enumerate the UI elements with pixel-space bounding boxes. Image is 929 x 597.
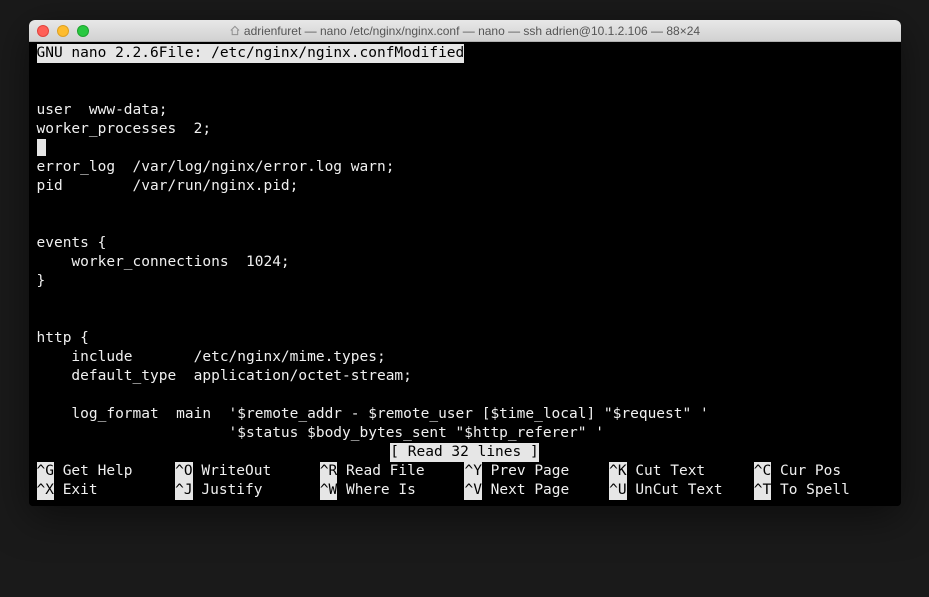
key-prev-page[interactable]: ^Y [464, 462, 481, 481]
label-justify: Justify [193, 482, 263, 498]
key-get-help[interactable]: ^G [37, 462, 54, 481]
content-line [31, 215, 899, 234]
terminal-window: adrienfuret — nano /etc/nginx/nginx.conf… [29, 20, 901, 506]
key-uncut-text[interactable]: ^U [609, 481, 626, 500]
label-to-spell: To Spell [771, 482, 850, 498]
nano-modified-status: Modified [394, 44, 464, 63]
minimize-icon[interactable] [57, 25, 69, 37]
content-line [31, 386, 899, 405]
label-read-file: Read File [337, 463, 424, 479]
content-line [31, 196, 899, 215]
key-to-spell[interactable]: ^T [754, 481, 771, 500]
nano-command-row: ^G Get Help ^O WriteOut ^R Read File ^Y … [31, 462, 899, 481]
label-where-is: Where Is [337, 482, 416, 498]
label-cur-pos: Cur Pos [771, 463, 841, 479]
label-get-help: Get Help [54, 463, 133, 479]
label-uncut-text: UnCut Text [627, 482, 723, 498]
label-writeout: WriteOut [193, 463, 272, 479]
content-line: worker_connections 1024; [31, 253, 899, 272]
key-cut-text[interactable]: ^K [609, 462, 626, 481]
home-icon [229, 25, 240, 36]
label-cut-text: Cut Text [627, 463, 706, 479]
nano-status-text: [ Read 32 lines ] [390, 443, 538, 462]
nano-version: GNU nano 2.2.6 [37, 44, 159, 63]
terminal-body[interactable]: GNU nano 2.2.6 File: /etc/nginx/nginx.co… [29, 42, 901, 506]
content-line: events { [31, 234, 899, 253]
content-line [31, 82, 899, 101]
cursor-icon [37, 139, 46, 156]
key-next-page[interactable]: ^V [464, 481, 481, 500]
content-line [31, 63, 899, 82]
content-line: default_type application/octet-stream; [31, 367, 899, 386]
nano-filename: File: /etc/nginx/nginx.conf [159, 44, 395, 63]
key-read-file[interactable]: ^R [320, 462, 337, 481]
nano-commands: ^G Get Help ^O WriteOut ^R Read File ^Y … [31, 462, 899, 500]
content-line [31, 310, 899, 329]
window-title: adrienfuret — nano /etc/nginx/nginx.conf… [229, 24, 700, 38]
key-writeout[interactable]: ^O [175, 462, 192, 481]
key-justify[interactable]: ^J [175, 481, 192, 500]
content-line: log_format main '$remote_addr - $remote_… [31, 405, 899, 424]
label-prev-page: Prev Page [482, 463, 569, 479]
label-exit: Exit [54, 482, 98, 498]
content-line: include /etc/nginx/mime.types; [31, 348, 899, 367]
content-line [31, 139, 899, 158]
label-next-page: Next Page [482, 482, 569, 498]
key-cur-pos[interactable]: ^C [754, 462, 771, 481]
content-line: '$status $body_bytes_sent "$http_referer… [31, 424, 899, 443]
close-icon[interactable] [37, 25, 49, 37]
nano-command-row: ^X Exit ^J Justify ^W Where Is ^V Next P… [31, 481, 899, 500]
content-line: user www-data; [31, 101, 899, 120]
key-exit[interactable]: ^X [37, 481, 54, 500]
content-line: http { [31, 329, 899, 348]
nano-status: [ Read 32 lines ] [31, 443, 899, 462]
content-line: pid /var/run/nginx.pid; [31, 177, 899, 196]
nano-topbar: GNU nano 2.2.6 File: /etc/nginx/nginx.co… [31, 44, 899, 63]
traffic-lights [37, 25, 89, 37]
content-line: error_log /var/log/nginx/error.log warn; [31, 158, 899, 177]
content-line: worker_processes 2; [31, 120, 899, 139]
content-line [31, 291, 899, 310]
window-title-text: adrienfuret — nano /etc/nginx/nginx.conf… [244, 24, 700, 38]
titlebar[interactable]: adrienfuret — nano /etc/nginx/nginx.conf… [29, 20, 901, 42]
key-where-is[interactable]: ^W [320, 481, 337, 500]
content-line: } [31, 272, 899, 291]
zoom-icon[interactable] [77, 25, 89, 37]
